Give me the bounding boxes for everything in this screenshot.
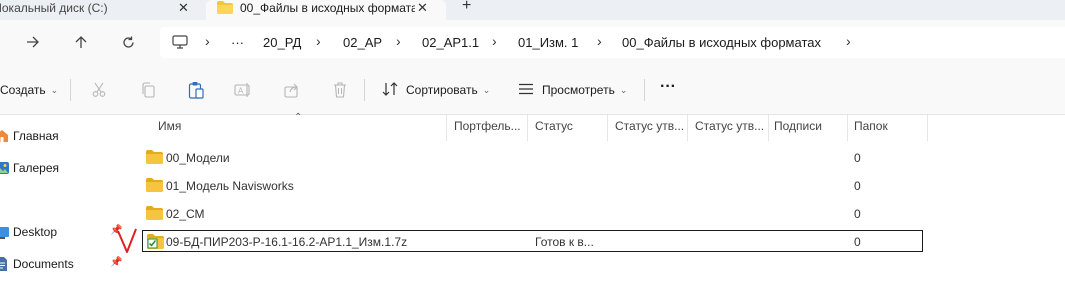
copy-icon[interactable] [138,80,158,100]
paste-icon[interactable] [186,80,206,100]
more-options-button[interactable]: ··· [660,77,676,97]
sort-ascending-icon: ⌃ [294,112,303,123]
nav-label: Галерея [13,161,60,175]
navigation-pane: Главная Галерея Desktop 📌 Documents 📌 [0,115,128,289]
file-name: 00_Модели [166,151,230,165]
folder-icon [146,206,163,223]
view-label: Просмотреть [542,83,615,97]
file-status: Готов к в... [535,235,594,249]
chevron-right-icon[interactable]: › [846,33,851,49]
toolbar-divider [70,79,71,101]
folder-icon [217,1,233,17]
sort-icon [382,81,398,99]
breadcrumb-item[interactable]: 01_Изм. 1 [518,35,578,50]
folder-icon [146,150,163,167]
column-divider[interactable] [847,115,848,141]
breadcrumb-item[interactable]: 02_АР1.1 [422,35,479,50]
column-divider[interactable] [927,115,928,141]
chevron-right-icon[interactable]: › [316,33,321,49]
nav-item-desktop[interactable]: Desktop 📌 [0,221,128,243]
nav-label: Documents [13,257,74,271]
list-item[interactable]: 01_Модель Navisworks 0 [142,175,923,197]
tab-label: 00_Файлы в исходных форматах [240,1,415,15]
chevron-right-icon[interactable]: › [205,33,210,49]
toolbar-divider [364,79,365,101]
annotation-check-mark [116,228,138,257]
column-header-status[interactable]: Статус [535,119,607,141]
file-list: ⌃ Имя Портфель... Статус Статус утв... С… [128,112,1065,289]
chevron-down-icon: ⌄ [619,84,628,95]
tab-label: Локальный диск (C:) [0,1,108,15]
up-arrow-icon[interactable] [71,32,91,52]
tab-strip: Локальный диск (C:) ✕ 00_Файлы в исходны… [0,0,1065,20]
archive-icon [147,234,164,252]
nav-item-documents[interactable]: Documents 📌 [0,253,128,275]
gallery-icon [0,160,10,179]
delete-icon[interactable] [330,80,350,100]
address-row: › ··· 20_РД › 02_АР › 02_АР1.1 › 01_Изм.… [0,20,1065,65]
breadcrumb-item[interactable]: 20_РД [263,35,301,50]
view-button[interactable]: Просмотреть ⌄ [518,80,627,100]
desktop-icon [0,224,10,243]
sort-button[interactable]: Сортировать ⌄ [382,80,490,100]
nav-label: Desktop [13,225,58,239]
chevron-down-icon: ⌄ [50,84,59,95]
column-header-approval-status-1[interactable]: Статус утв... [615,119,689,141]
svg-text:A: A [238,87,244,96]
create-label: Создать [0,83,46,97]
file-name: 01_Модель Navisworks [166,179,294,193]
column-header-folders[interactable]: Папок [854,119,924,141]
pin-icon[interactable]: 📌 [110,257,122,268]
folder-icon [146,178,163,195]
column-divider[interactable] [446,115,447,141]
view-icon [518,83,534,98]
chevron-right-icon[interactable]: › [492,33,497,49]
file-name: 02_СМ [166,207,205,221]
breadcrumb-overflow[interactable]: ··· [231,35,244,50]
nav-item-gallery[interactable]: Галерея [0,157,128,179]
list-item-selected[interactable]: 09-БД-ПИР203-Р-16.1-16.2-АР1.1_Изм.1.7z … [142,230,923,252]
tab-local-disk[interactable]: Локальный диск (C:) ✕ [0,0,200,20]
command-bar: Создать ⌄ A Сортировать ⌄ Просмотреть ⌄ … [0,65,1065,115]
chevron-right-icon[interactable]: › [396,33,401,49]
refresh-icon[interactable] [118,32,138,52]
column-divider[interactable] [527,115,528,141]
create-button[interactable]: Создать ⌄ [0,80,58,100]
column-header-signatures[interactable]: Подписи [774,119,846,141]
chevron-down-icon: ⌄ [482,84,491,95]
breadcrumb-item[interactable]: 02_АР [343,35,382,50]
column-divider[interactable] [687,115,688,141]
address-bar[interactable]: › ··· 20_РД › 02_АР › 02_АР1.1 › 01_Изм.… [160,27,1065,58]
list-item[interactable]: 00_Модели 0 [142,147,923,169]
cut-icon[interactable] [89,80,109,100]
column-header-portfolio[interactable]: Портфель... [454,119,526,141]
column-divider[interactable] [607,115,608,141]
close-icon[interactable]: ✕ [178,0,189,16]
list-item[interactable]: 02_СМ 0 [142,203,923,225]
tab-current-folder[interactable]: 00_Файлы в исходных форматах ✕ [206,0,446,20]
documents-icon [0,256,10,275]
column-header-approval-status-2[interactable]: Статус утв... [695,119,769,141]
file-name: 09-БД-ПИР203-Р-16.1-16.2-АР1.1_Изм.1.7z [166,235,408,249]
folder-count: 0 [854,179,861,193]
computer-icon[interactable] [172,35,188,52]
chevron-right-icon[interactable]: › [597,33,602,49]
sort-label: Сортировать [406,83,478,97]
column-header-name[interactable]: Имя [158,119,238,141]
folder-count: 0 [854,235,861,249]
breadcrumb-item-current[interactable]: 00_Файлы в исходных форматах [622,35,821,50]
toolbar-divider [644,79,645,101]
share-icon[interactable] [282,80,302,100]
folder-count: 0 [854,151,861,165]
nav-label: Главная [13,129,59,143]
close-icon[interactable]: ✕ [417,0,428,16]
rename-icon[interactable]: A [233,80,253,100]
new-tab-button[interactable]: + [462,0,471,15]
folder-count: 0 [854,207,861,221]
nav-item-home[interactable]: Главная [0,125,128,147]
home-icon [0,128,10,147]
column-divider[interactable] [768,115,769,141]
forward-arrow-icon[interactable] [23,32,43,52]
